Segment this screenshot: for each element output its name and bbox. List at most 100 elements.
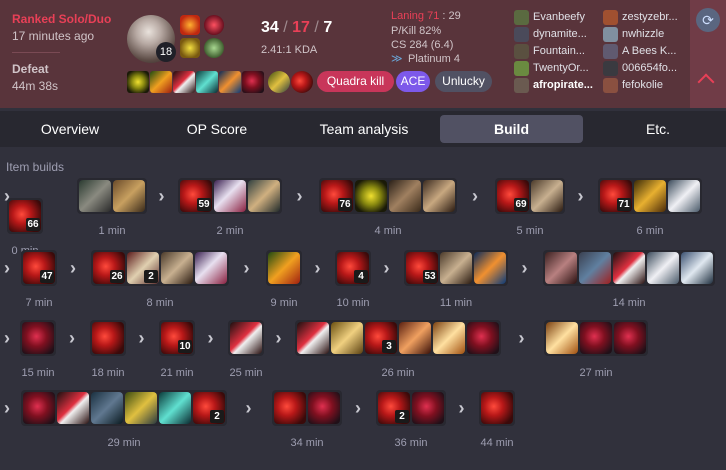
player-name[interactable]: Evanbeefy [533,11,595,23]
orb-gold-icon[interactable] [268,71,290,93]
hood-icon[interactable] [91,392,123,424]
fracture-item-icon[interactable] [274,392,306,424]
tab-build[interactable]: Build [440,115,583,143]
cleaver-icon[interactable] [613,252,645,284]
cleaver-icon[interactable] [57,392,89,424]
tab-team-analysis[interactable]: Team analysis [294,115,434,143]
cloth-armor-icon[interactable] [423,180,455,212]
crossbow-icon[interactable] [399,322,431,354]
cape-icon[interactable] [668,180,700,212]
time-ago: 17 minutes ago [12,29,95,43]
spell-flash-icon[interactable] [180,38,200,58]
axe-red-icon[interactable] [614,322,646,354]
ward-icon[interactable] [355,180,387,212]
ward-icon[interactable] [127,71,149,93]
spell-ignite-icon[interactable] [180,15,200,35]
player-name[interactable]: afropirate... [533,79,595,91]
player-champion-icon[interactable] [603,61,618,76]
axe-red-icon[interactable] [412,392,444,424]
gauntlet-icon[interactable] [531,180,563,212]
boots-icon[interactable] [389,180,421,212]
gauntlet-icon[interactable] [161,252,193,284]
cleaver-icon[interactable] [230,322,262,354]
axe-red-icon[interactable] [580,322,612,354]
shard-icon[interactable] [579,252,611,284]
fracture-item-icon[interactable]: 3 [365,322,397,354]
fracture-item-icon[interactable]: 10 [161,322,193,354]
player-champion-icon[interactable] [514,61,529,76]
potion-icon[interactable]: 2 [127,252,159,284]
player-champion-icon[interactable] [603,27,618,42]
sword-icon[interactable] [248,180,280,212]
tab-op-score[interactable]: OP Score [147,115,287,143]
build-step: 10 [159,320,195,356]
tab-overview[interactable]: Overview [0,115,140,143]
player-champion-icon[interactable] [514,27,529,42]
fracture-item-icon[interactable]: 76 [321,180,353,212]
fracture-item-icon[interactable]: 2 [193,392,225,424]
fracture-item-icon[interactable]: 4 [337,252,369,284]
player-champion-icon[interactable] [603,78,618,93]
wings-item-icon[interactable] [546,322,578,354]
axe-red-icon[interactable] [23,392,55,424]
player-name[interactable]: A Bees K... [622,45,684,57]
claw-teal-icon[interactable] [196,71,218,93]
player-champion-icon[interactable] [514,78,529,93]
player-champion-icon[interactable] [514,10,529,25]
player-champion-icon[interactable] [603,44,618,59]
bow-icon[interactable] [474,252,506,284]
tab-etc[interactable]: Etc. [588,115,726,143]
match-result: Defeat [12,62,49,76]
fracture-item-icon[interactable]: 71 [600,180,632,212]
gauntlet-icon[interactable] [440,252,472,284]
blade-green-icon[interactable] [150,71,172,93]
bow-icon[interactable] [219,71,241,93]
pickaxe-icon[interactable] [79,180,111,212]
wings-item-icon[interactable] [433,322,465,354]
cleaver-icon[interactable] [297,322,329,354]
axe-red-icon[interactable] [22,322,54,354]
fist-icon[interactable] [545,252,577,284]
orb-gold-icon[interactable] [125,392,157,424]
fracture-item-icon[interactable] [481,392,513,424]
fracture-item-icon[interactable]: 69 [497,180,529,212]
axe-red-icon[interactable] [308,392,340,424]
chevron-right-icon: › [4,398,10,418]
blade-green-icon[interactable] [268,252,300,284]
chevron-up-icon[interactable] [697,73,715,91]
player-name[interactable]: 006654fo... [622,62,684,74]
helmet-icon[interactable] [634,180,666,212]
player-name[interactable]: dynamite... [533,28,595,40]
fracture-item-icon[interactable] [92,322,124,354]
badge-ace: ACE [396,71,430,92]
item-count: 71 [617,198,631,211]
cape-icon[interactable] [647,252,679,284]
hammer-icon[interactable] [113,180,145,212]
claw-teal-icon[interactable] [159,392,191,424]
player-name[interactable]: Fountain... [533,45,595,57]
player-champion-icon[interactable] [603,10,618,25]
fracture-item-icon[interactable]: 53 [406,252,438,284]
scythe-icon[interactable] [195,252,227,284]
fracture-item-icon[interactable]: 66 [9,200,41,232]
expand-button[interactable]: ⟳ [690,0,726,108]
player-champion-icon[interactable] [514,44,529,59]
axe-red-icon[interactable] [467,322,499,354]
rune-resolve-icon[interactable] [204,38,224,58]
fracture-item-icon[interactable]: 59 [180,180,212,212]
mask-icon[interactable] [681,252,713,284]
rune-electrocute-icon[interactable] [204,15,224,35]
fracture-item-icon[interactable]: 2 [378,392,410,424]
scroll-icon[interactable] [331,322,363,354]
fracture-item-icon[interactable] [291,71,313,93]
player-name[interactable]: fefokolie [622,79,684,91]
refresh-icon[interactable]: ⟳ [696,8,720,32]
player-name[interactable]: TwentyOr... [533,62,595,74]
cleaver-icon[interactable] [173,71,195,93]
axe-red-icon[interactable] [242,71,264,93]
fracture-item-icon[interactable]: 47 [23,252,55,284]
player-name[interactable]: zestyzebr... [622,11,684,23]
scythe-icon[interactable] [214,180,246,212]
player-name[interactable]: nwhizzle [622,28,684,40]
fracture-item-icon[interactable]: 26 [93,252,125,284]
